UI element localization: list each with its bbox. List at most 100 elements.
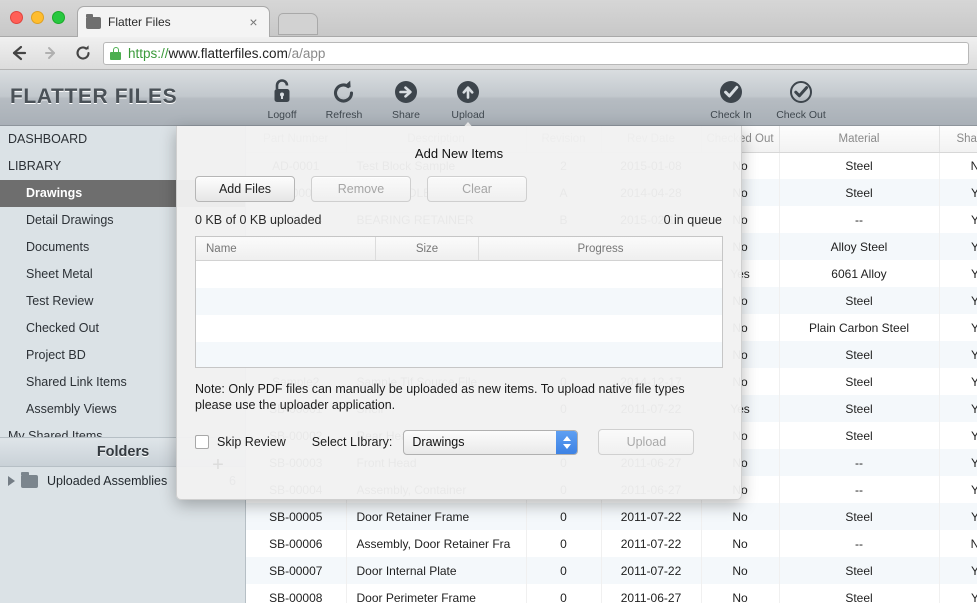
minimize-window-button[interactable] bbox=[31, 11, 44, 24]
logoff-button[interactable]: Logoff bbox=[263, 77, 301, 121]
cell-checked-out: No bbox=[701, 584, 780, 603]
cell-part-number: SB-00008 bbox=[246, 584, 347, 603]
upload-button[interactable]: Upload bbox=[449, 77, 487, 132]
share-button[interactable]: Share bbox=[387, 77, 425, 121]
chevron-down-icon bbox=[562, 443, 571, 449]
table-row[interactable]: SB-00007 Door Internal Plate 0 2011-07-22 No… bbox=[246, 557, 977, 584]
table-row[interactable]: SB-00008 Door Perimeter Frame 0 2011-06-27 N… bbox=[246, 584, 977, 603]
dialog-footer: Skip Review Select LIbrary: Drawings Upl… bbox=[177, 413, 741, 455]
cell-material: Steel bbox=[779, 287, 940, 314]
cell-shared: Y bbox=[939, 476, 977, 503]
cell-rev-date: 2011-07-22 bbox=[601, 557, 702, 584]
check-in-button[interactable]: Check In bbox=[710, 77, 752, 121]
remove-button[interactable]: Remove bbox=[311, 176, 411, 202]
cell-material: Steel bbox=[779, 422, 940, 449]
dialog-button-row: Add Files Remove Clear bbox=[177, 161, 741, 202]
file-column-header-size[interactable]: Size bbox=[376, 237, 479, 260]
cell-material: -- bbox=[779, 476, 940, 503]
cell-material: Steel bbox=[779, 557, 940, 584]
cell-material: Steel bbox=[779, 341, 940, 368]
add-files-button[interactable]: Add Files bbox=[195, 176, 295, 202]
url-bar[interactable]: https://www.flatterfiles.com/a/app bbox=[103, 41, 969, 65]
primary-toolbar: Logoff Refresh Share Upload bbox=[263, 77, 487, 132]
upload-status-row: 0 KB of 0 KB uploaded 0 in queue bbox=[177, 202, 741, 227]
cell-shared: Y bbox=[939, 422, 977, 449]
cell-revision: 0 bbox=[526, 557, 602, 584]
cell-material: Steel bbox=[779, 368, 940, 395]
cell-material: Alloy Steel bbox=[779, 233, 940, 260]
cell-rev-date: 2011-07-22 bbox=[601, 503, 702, 530]
file-queue-empty-row bbox=[196, 315, 722, 342]
close-icon[interactable]: × bbox=[246, 15, 261, 30]
dialog-title: Add New Items bbox=[414, 146, 504, 161]
cell-part-number: SB-00005 bbox=[246, 503, 347, 530]
cell-description: Door Perimeter Frame bbox=[346, 584, 527, 603]
cell-material: 6061 Alloy bbox=[779, 260, 940, 287]
check-in-icon bbox=[717, 77, 745, 107]
refresh-button[interactable]: Refresh bbox=[325, 77, 363, 121]
cell-part-number: SB-00007 bbox=[246, 557, 347, 584]
file-queue-empty-row bbox=[196, 342, 722, 367]
cell-material: -- bbox=[779, 449, 940, 476]
url-scheme: https:// bbox=[128, 45, 169, 61]
file-column-header-progress[interactable]: Progress bbox=[479, 237, 722, 260]
cell-material: Steel bbox=[779, 503, 940, 530]
skip-review-checkbox[interactable] bbox=[195, 435, 209, 449]
select-library-label: Select LIbrary: bbox=[311, 435, 393, 449]
logoff-label: Logoff bbox=[267, 109, 297, 121]
cell-shared: Y bbox=[939, 584, 977, 603]
cell-description: Door Retainer Frame bbox=[346, 503, 527, 530]
app-brand: FLATTER FILES bbox=[10, 85, 178, 108]
check-out-button[interactable]: Check Out bbox=[776, 77, 826, 121]
cell-shared: Y bbox=[939, 449, 977, 476]
lock-icon bbox=[110, 46, 121, 60]
window-traffic-lights bbox=[10, 11, 65, 24]
stepper-icon[interactable] bbox=[556, 430, 578, 454]
table-row[interactable]: SB-00006 Assembly, Door Retainer Fra 0 2011… bbox=[246, 530, 977, 557]
share-label: Share bbox=[391, 109, 421, 121]
upload-submit-button[interactable]: Upload bbox=[598, 429, 695, 455]
upload-arrow-icon bbox=[454, 77, 482, 107]
column-header-shared[interactable]: Shared bbox=[939, 126, 977, 153]
browser-tab-bar: Flatter Files × bbox=[0, 0, 977, 37]
cell-shared: Y bbox=[939, 557, 977, 584]
cell-revision: 0 bbox=[526, 530, 602, 557]
cell-shared: Y bbox=[939, 206, 977, 233]
table-row[interactable]: SB-00005 Door Retainer Frame 0 2011-07-22 No… bbox=[246, 503, 977, 530]
clear-button[interactable]: Clear bbox=[427, 176, 527, 202]
library-select-value: Drawings bbox=[412, 435, 465, 449]
chevron-right-icon[interactable] bbox=[8, 476, 15, 486]
folder-icon bbox=[21, 471, 38, 488]
library-select[interactable]: Drawings bbox=[403, 429, 579, 455]
file-queue-table: Name Size Progress bbox=[195, 236, 723, 368]
add-icon[interactable]: + bbox=[205, 452, 231, 478]
close-window-button[interactable] bbox=[10, 11, 23, 24]
browser-tab[interactable]: Flatter Files × bbox=[77, 6, 270, 37]
refresh-label: Refresh bbox=[325, 109, 363, 121]
refresh-icon bbox=[330, 77, 358, 107]
cell-revision: 0 bbox=[526, 584, 602, 603]
reload-icon[interactable] bbox=[70, 40, 96, 66]
cell-shared: Y bbox=[939, 314, 977, 341]
file-column-header-name[interactable]: Name bbox=[196, 237, 376, 260]
maximize-window-button[interactable] bbox=[52, 11, 65, 24]
dialog-note: Note: Only PDF files can manually be upl… bbox=[195, 382, 685, 412]
new-tab-button[interactable] bbox=[278, 13, 318, 35]
back-arrow-icon[interactable] bbox=[6, 40, 32, 66]
cell-shared: N bbox=[939, 530, 977, 557]
check-out-icon bbox=[787, 77, 815, 107]
add-new-items-dialog: Add New Items Add Files Remove Clear 0 K… bbox=[176, 126, 742, 500]
upload-label: Upload bbox=[451, 109, 485, 121]
cell-material: -- bbox=[779, 206, 940, 233]
cell-shared: Y bbox=[939, 341, 977, 368]
check-in-label: Check In bbox=[710, 109, 752, 121]
column-header-material[interactable]: Material bbox=[779, 126, 940, 153]
cell-shared: Y bbox=[939, 395, 977, 422]
cell-material: Plain Carbon Steel bbox=[779, 314, 940, 341]
cell-shared: Y bbox=[939, 179, 977, 206]
cell-material: -- bbox=[779, 530, 940, 557]
cell-checked-out: No bbox=[701, 503, 780, 530]
cell-checked-out: No bbox=[701, 557, 780, 584]
uploaded-status-text: 0 KB of 0 KB uploaded bbox=[195, 213, 322, 227]
forward-arrow-icon[interactable] bbox=[38, 40, 64, 66]
